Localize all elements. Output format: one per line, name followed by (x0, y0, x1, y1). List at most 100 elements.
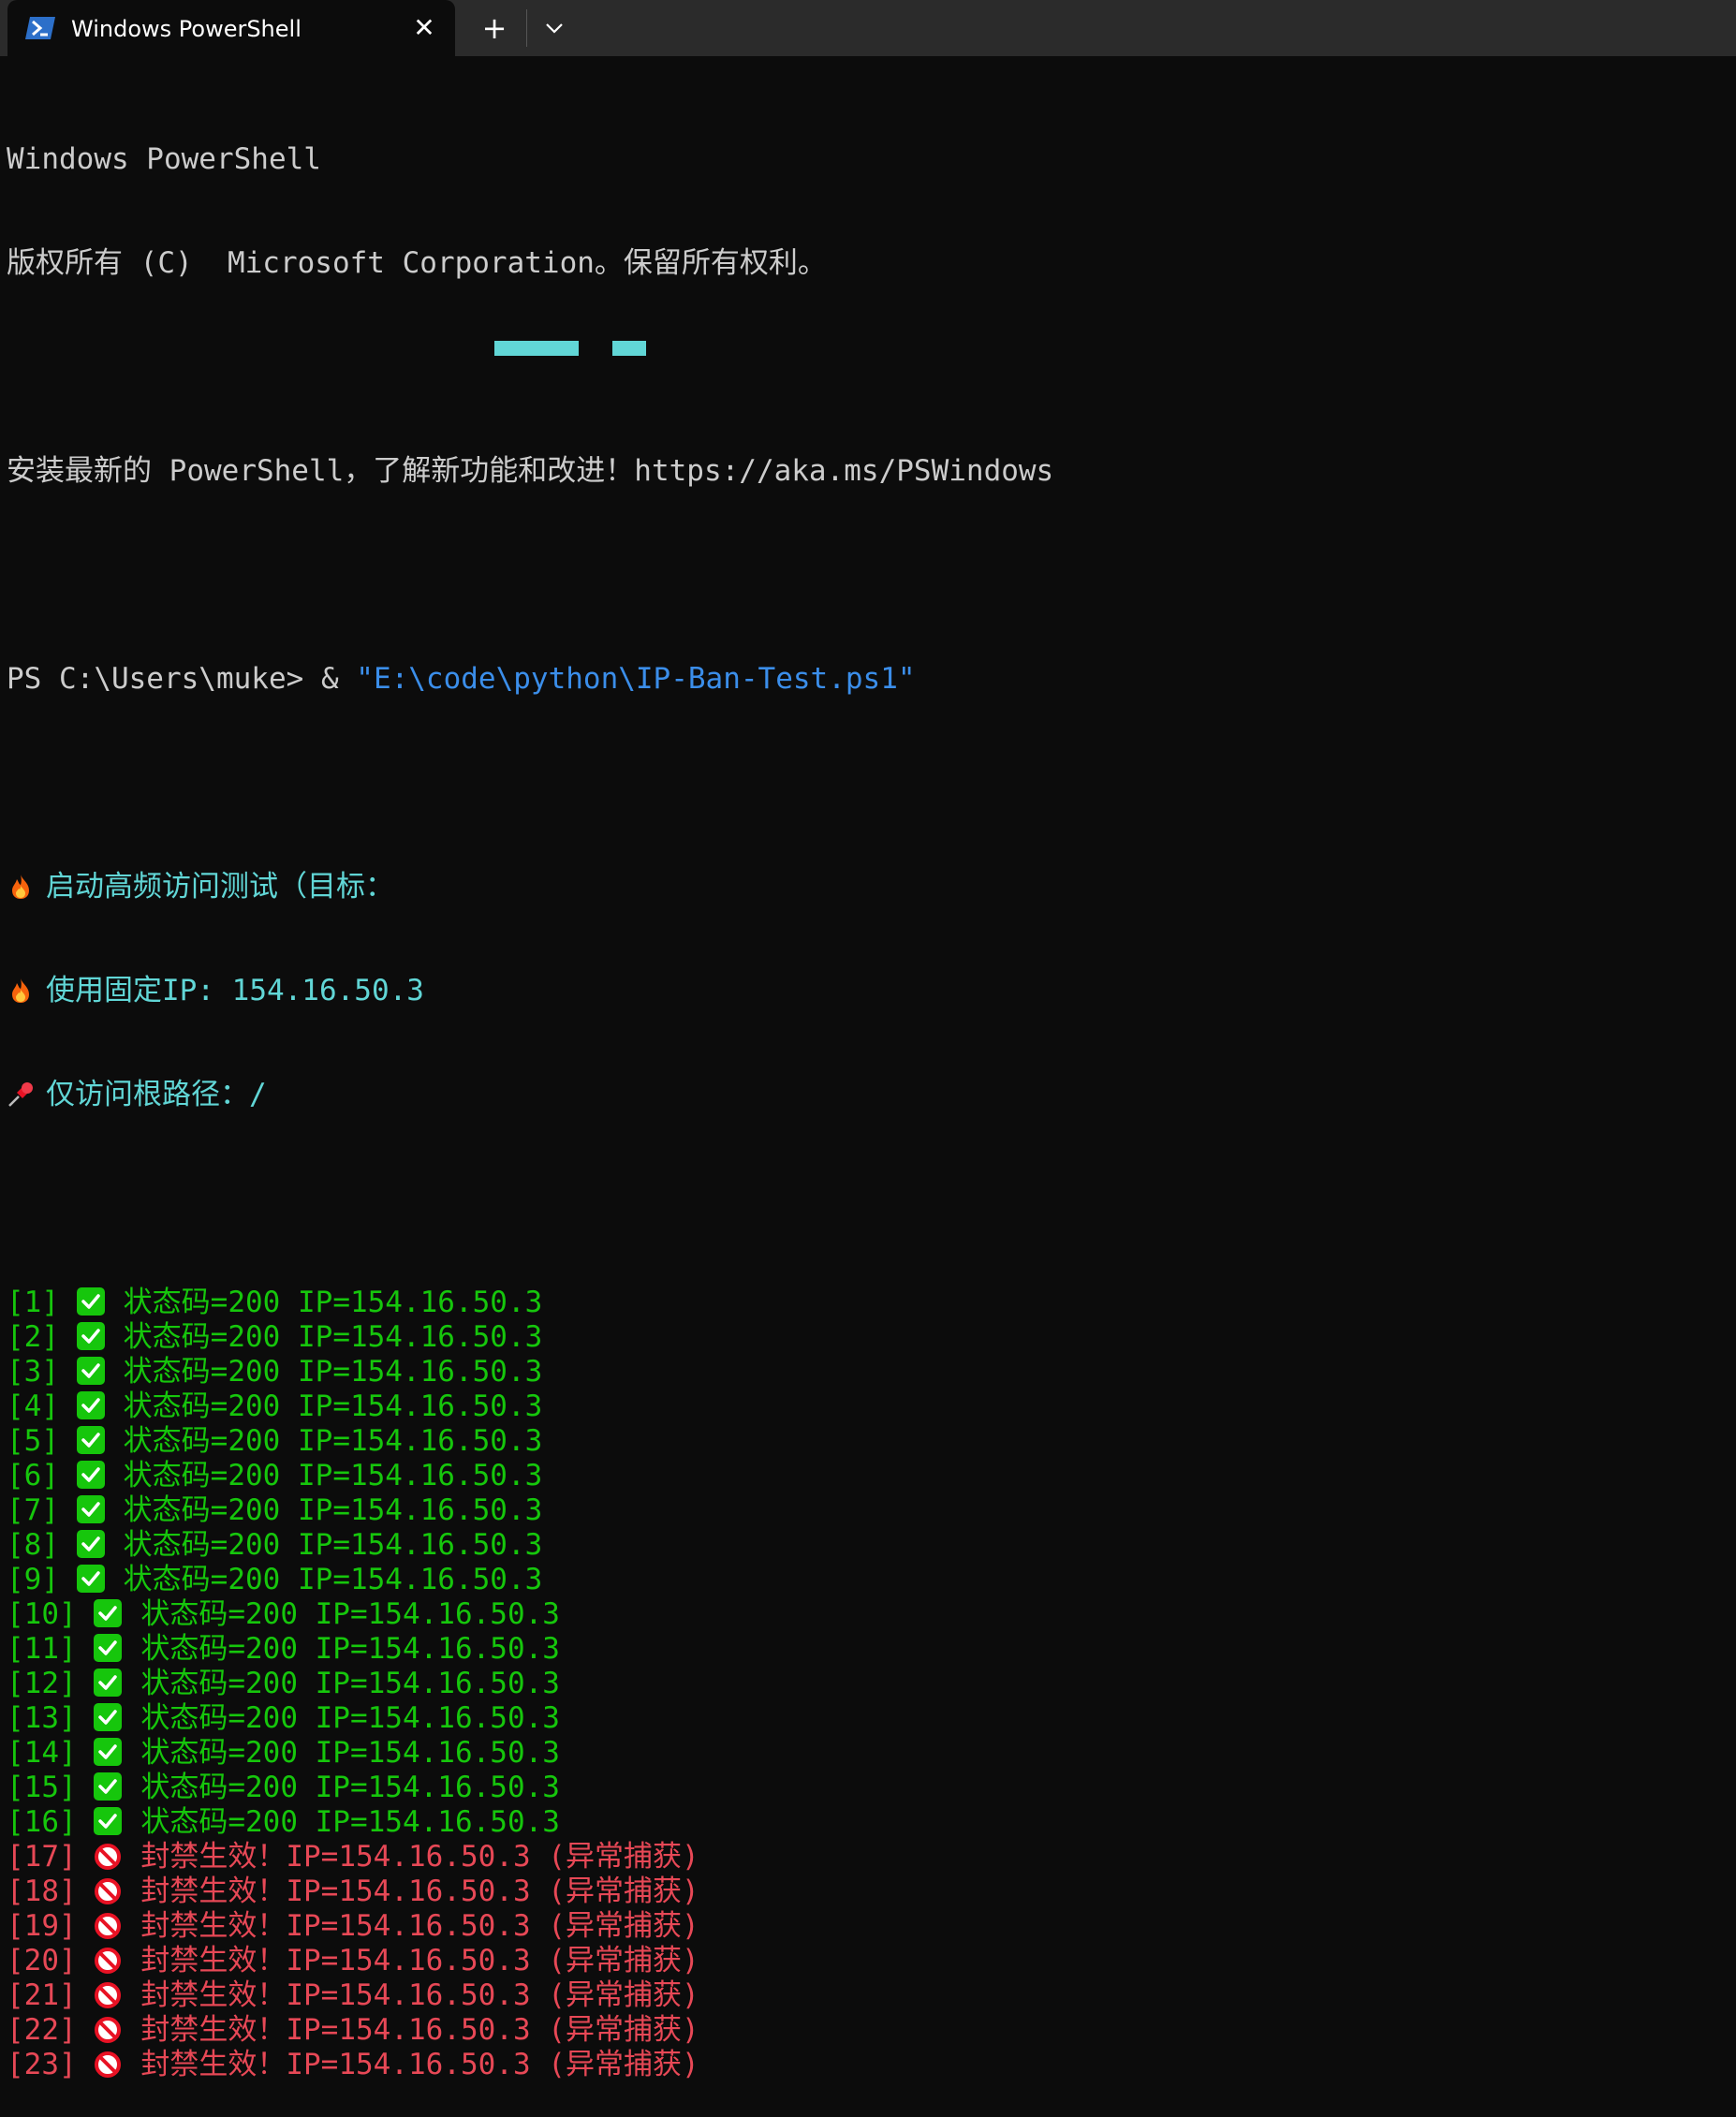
check-mark-icon (94, 1807, 123, 1835)
result-index: [3] (7, 1355, 59, 1389)
result-index: [23] (7, 2048, 77, 2081)
result-text: 状态码=200 IP=154.16.50.3 (123, 1459, 543, 1492)
info-start-text: 启动高频访问测试（目标： (46, 870, 394, 904)
result-index: [9] (7, 1563, 59, 1596)
new-tab-button[interactable]: + (478, 10, 511, 46)
check-mark-icon (94, 1599, 123, 1627)
result-text: 状态码=200 IP=154.16.50.3 (140, 1667, 560, 1700)
result-row: [11] 状态码=200 IP=154.16.50.3 (7, 1632, 1729, 1667)
prohibited-icon (95, 1878, 122, 1904)
tab-windows-powershell[interactable]: Windows PowerShell ✕ (7, 0, 455, 56)
result-text: 状态码=200 IP=154.16.50.3 (123, 1424, 543, 1458)
result-row: [17] 封禁生效！IP=154.16.50.3 (异常捕获) (7, 1840, 1729, 1874)
result-text: 封禁生效！IP=154.16.50.3 (异常捕获) (140, 2013, 699, 2047)
result-text: 状态码=200 IP=154.16.50.3 (140, 1632, 560, 1666)
result-index: [22] (7, 2013, 77, 2047)
result-text: 封禁生效！IP=154.16.50.3 (异常捕获) (140, 1840, 699, 1874)
result-index: [18] (7, 1874, 77, 1908)
header-line-1: Windows PowerShell (7, 142, 321, 176)
terminal-output[interactable]: Windows PowerShell 版权所有 (C) Microsoft Co… (7, 73, 1729, 2117)
powershell-icon (25, 17, 55, 39)
fire-icon (12, 875, 29, 899)
result-index: [21] (7, 1978, 77, 2012)
result-index: [2] (7, 1320, 59, 1354)
info-fixed-ip-line: 使用固定IP: 154.16.50.3 (7, 974, 1729, 1008)
result-text: 状态码=200 IP=154.16.50.3 (123, 1320, 543, 1354)
pushpin-icon (8, 1082, 33, 1107)
check-mark-icon (76, 1565, 105, 1593)
result-text: 状态码=200 IP=154.16.50.3 (123, 1528, 543, 1562)
result-row: [1] 状态码=200 IP=154.16.50.3 (7, 1286, 1729, 1320)
result-text: 封禁生效！IP=154.16.50.3 (异常捕获) (140, 1944, 699, 1977)
result-text: 状态码=200 IP=154.16.50.3 (140, 1736, 560, 1770)
tab-title: Windows PowerShell (71, 16, 302, 42)
check-mark-icon (94, 1634, 123, 1662)
result-row: [21] 封禁生效！IP=154.16.50.3 (异常捕获) (7, 1978, 1729, 2013)
info-root-path-text: 仅访问根路径：/ (46, 1078, 267, 1111)
check-mark-icon (76, 1426, 105, 1454)
check-mark-icon (94, 1738, 123, 1766)
result-text: 封禁生效！IP=154.16.50.3 (异常捕获) (140, 1978, 699, 2012)
result-text: 状态码=200 IP=154.16.50.3 (140, 1597, 560, 1631)
result-text: 状态码=200 IP=154.16.50.3 (140, 1805, 560, 1839)
check-mark-icon (94, 1772, 123, 1801)
prohibited-icon (95, 2017, 122, 2043)
result-row: [2] 状态码=200 IP=154.16.50.3 (7, 1320, 1729, 1355)
prohibited-icon (95, 1982, 122, 2008)
result-index: [16] (7, 1805, 77, 1839)
result-index: [8] (7, 1528, 59, 1562)
result-index: [7] (7, 1493, 59, 1527)
result-index: [19] (7, 1909, 77, 1943)
result-index: [20] (7, 1944, 77, 1977)
close-tab-button[interactable]: ✕ (410, 12, 438, 43)
info-root-path-line: 仅访问根路径：/ (7, 1078, 1729, 1112)
result-row: [7] 状态码=200 IP=154.16.50.3 (7, 1493, 1729, 1528)
result-row: [6] 状态码=200 IP=154.16.50.3 (7, 1459, 1729, 1493)
result-index: [1] (7, 1286, 59, 1319)
result-index: [15] (7, 1771, 77, 1804)
check-mark-icon (94, 1669, 123, 1697)
result-row: [13] 状态码=200 IP=154.16.50.3 (7, 1701, 1729, 1736)
check-mark-icon (76, 1530, 105, 1558)
info-fixed-ip-text: 使用固定IP: 154.16.50.3 (46, 974, 424, 1007)
result-text: 状态码=200 IP=154.16.50.3 (123, 1493, 543, 1527)
result-text: 状态码=200 IP=154.16.50.3 (140, 1771, 560, 1804)
prohibited-icon (95, 2051, 122, 2078)
prompt-command: "E:\code\python\IP-Ban-Test.ps1" (356, 662, 916, 696)
result-row: [8] 状态码=200 IP=154.16.50.3 (7, 1528, 1729, 1563)
result-index: [14] (7, 1736, 77, 1770)
result-index: [10] (7, 1597, 77, 1631)
result-text: 封禁生效！IP=154.16.50.3 (异常捕获) (140, 2048, 699, 2081)
result-row: [12] 状态码=200 IP=154.16.50.3 (7, 1667, 1729, 1701)
result-row: [10] 状态码=200 IP=154.16.50.3 (7, 1597, 1729, 1632)
results-list: [1] 状态码=200 IP=154.16.50.3 [2] 状态码=200 IP… (7, 1286, 1729, 2082)
result-row: [15] 状态码=200 IP=154.16.50.3 (7, 1771, 1729, 1805)
fire-icon (12, 978, 29, 1003)
check-mark-icon (76, 1322, 105, 1350)
prohibited-icon (95, 1844, 122, 1870)
check-mark-icon (76, 1391, 105, 1419)
result-row: [14] 状态码=200 IP=154.16.50.3 (7, 1736, 1729, 1771)
redacted-target-block (494, 341, 579, 356)
check-mark-icon (76, 1461, 105, 1489)
result-index: [11] (7, 1632, 77, 1666)
result-row: [22] 封禁生效！IP=154.16.50.3 (异常捕获) (7, 2013, 1729, 2048)
tab-dropdown-button[interactable] (537, 11, 571, 45)
check-mark-icon (76, 1495, 105, 1523)
result-text: 状态码=200 IP=154.16.50.3 (123, 1286, 543, 1319)
prohibited-icon (95, 1913, 122, 1939)
chevron-down-icon (546, 23, 563, 34)
result-row: [5] 状态码=200 IP=154.16.50.3 (7, 1424, 1729, 1459)
result-row: [20] 封禁生效！IP=154.16.50.3 (异常捕获) (7, 1944, 1729, 1978)
result-index: [12] (7, 1667, 77, 1700)
result-text: 状态码=200 IP=154.16.50.3 (140, 1701, 560, 1735)
result-row: [16] 状态码=200 IP=154.16.50.3 (7, 1805, 1729, 1840)
result-text: 状态码=200 IP=154.16.50.3 (123, 1389, 543, 1423)
result-text: 状态码=200 IP=154.16.50.3 (123, 1355, 543, 1389)
title-bar: Windows PowerShell ✕ + (0, 0, 1736, 56)
result-index: [4] (7, 1389, 59, 1423)
result-row: [23] 封禁生效！IP=154.16.50.3 (异常捕获) (7, 2048, 1729, 2082)
